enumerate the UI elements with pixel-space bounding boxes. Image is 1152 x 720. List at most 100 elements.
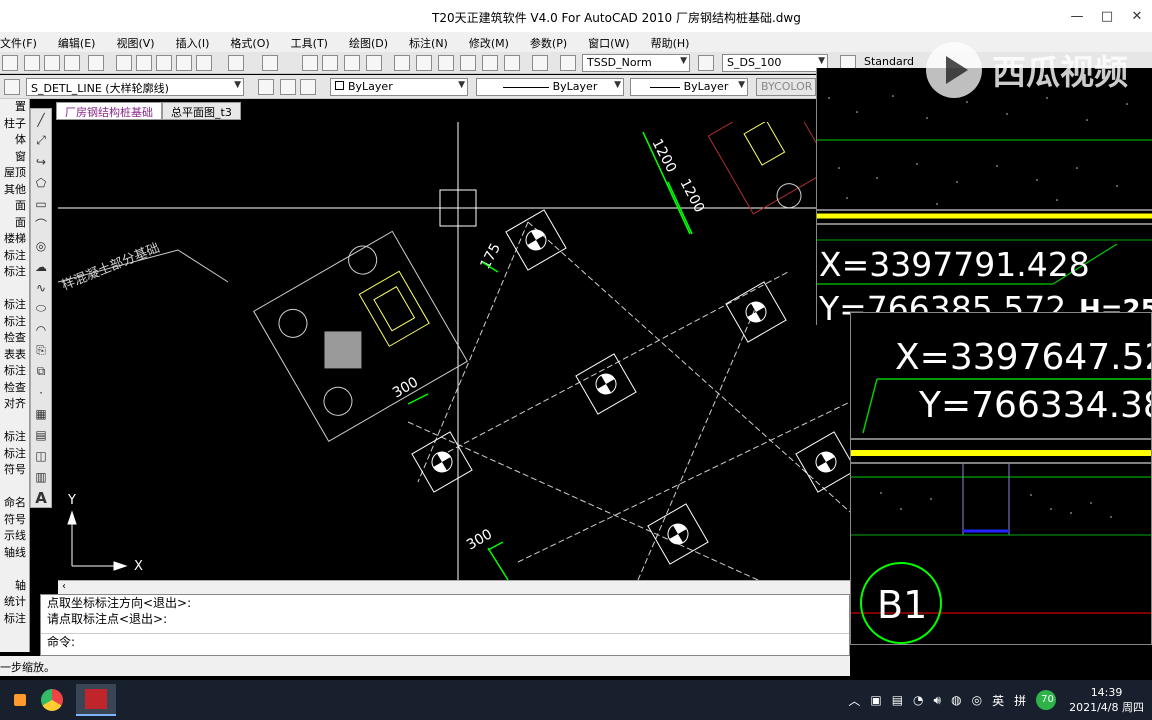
line-icon[interactable]: ╱ [31,109,51,130]
zoom-window-icon[interactable] [344,55,360,71]
side-menu-item[interactable]: 统计 [0,594,29,611]
side-menu-item[interactable]: 标注 [0,297,29,314]
polygon-icon[interactable]: ⬠ [31,172,51,193]
spline-icon[interactable]: ∿ [31,277,51,298]
menu-modify[interactable]: 修改(M) [458,32,519,52]
side-menu-item[interactable]: 置 [0,99,29,116]
ime-mode[interactable]: 拼 [1009,692,1031,709]
properties-icon[interactable] [394,55,410,71]
clock[interactable]: 14:39 2021/4/8 周四 [1061,685,1152,715]
side-menu-item[interactable]: 轴线 [0,545,29,562]
menu-view[interactable]: 视图(V) [105,32,164,52]
side-menu-item[interactable]: 其他 [0,182,29,199]
dim-style-icon[interactable] [698,55,714,71]
copy-icon[interactable] [136,55,152,71]
paste-icon[interactable] [156,55,172,71]
side-menu-item[interactable]: 屋顶 [0,165,29,182]
side-menu-item[interactable]: 轴 [0,578,29,595]
menu-tools[interactable]: 工具(T) [280,32,338,52]
text-style-icon[interactable] [560,55,576,71]
ellipse-icon[interactable]: ⬭ [31,298,51,319]
mtext-icon[interactable]: A [31,487,51,508]
layer-previous-icon[interactable] [258,79,274,95]
markup-icon[interactable] [482,55,498,71]
cut-icon[interactable] [116,55,132,71]
side-menu-item[interactable]: 符号 [0,462,29,479]
color-select[interactable]: ByLayer ▼ [330,78,468,96]
tool-palettes-icon[interactable] [438,55,454,71]
insert-block-icon[interactable]: ⎘ [31,340,51,361]
side-menu-item[interactable]: 标注 [0,363,29,380]
layer-select[interactable]: S_DETL_LINE (大样轮廓线) ▼ [26,78,244,96]
sheet-set-icon[interactable] [460,55,476,71]
zoom-realtime-icon[interactable] [322,55,338,71]
zoom-previous-icon[interactable] [366,55,382,71]
tab-factory-foundation[interactable]: 厂房钢结构桩基础 [56,102,162,120]
side-menu-item[interactable]: 柱子 [0,116,29,133]
make-current-icon[interactable] [300,79,316,95]
side-menu-item[interactable] [0,281,29,298]
side-menu-item[interactable]: 检查 [0,330,29,347]
network-icon[interactable]: ◔ [908,693,928,707]
save-icon[interactable] [2,55,18,71]
menu-draw[interactable]: 绘图(D) [338,32,398,52]
side-menu-item[interactable]: 标注 [0,446,29,463]
volume-icon[interactable]: 🔊︎ [929,693,947,708]
side-menu-item[interactable] [0,479,29,496]
badge[interactable]: 70 [1031,690,1061,710]
browser-icon[interactable] [32,684,72,716]
close-button[interactable]: ✕ [1122,0,1152,32]
region-icon[interactable]: ◫ [31,445,51,466]
scroll-left-icon[interactable]: ‹ [62,581,66,592]
match-properties-icon[interactable] [176,55,192,71]
polyline-icon[interactable]: ↪ [31,151,51,172]
pan-icon[interactable] [302,55,318,71]
side-menu-item[interactable]: 楼梯 [0,231,29,248]
wechat-icon[interactable]: ◍ [946,693,966,707]
3d-dwf-icon[interactable] [88,55,104,71]
menu-dimension[interactable]: 标注(N) [398,32,458,52]
side-menu-item[interactable]: 标注 [0,429,29,446]
menu-edit[interactable]: 编辑(E) [47,32,106,52]
side-menu-item[interactable]: 表表 [0,347,29,364]
layer-manager-icon[interactable] [280,79,296,95]
menu-window[interactable]: 窗口(W) [577,32,639,52]
circle-icon[interactable]: ◎ [31,235,51,256]
ime-language[interactable]: 英 [987,692,1009,709]
drawing-canvas[interactable]: 样混凝土部分基础 1200 1200 175 300 300 Y X [58,122,850,580]
wechat-icon[interactable]: ◎ [967,693,987,707]
gradient-icon[interactable]: ▤ [31,424,51,445]
side-menu-item[interactable]: 标注 [0,611,29,628]
menu-insert[interactable]: 插入(I) [165,32,220,52]
autocad-taskbar-icon[interactable] [76,684,116,716]
app-tray-icon[interactable]: ▣ [865,693,886,707]
layer-state-icon[interactable] [4,79,20,95]
preview-icon[interactable] [44,55,60,71]
command-prompt[interactable]: 命令: [41,633,849,649]
side-menu-item[interactable]: 标注 [0,314,29,331]
print-icon[interactable] [24,55,40,71]
maximize-button[interactable]: □ [1092,0,1122,32]
side-menu-item[interactable]: 检查 [0,380,29,397]
redo-icon[interactable] [262,55,278,71]
make-block-icon[interactable]: ⧉ [31,361,51,382]
dim-style-select[interactable]: S_DS_100 ▼ [722,54,828,72]
arc-icon[interactable]: ⌒ [31,214,51,235]
undo-icon[interactable] [228,55,244,71]
side-menu-item[interactable]: 符号 [0,512,29,529]
side-menu-item[interactable]: 体 [0,132,29,149]
construction-line-icon[interactable]: ⤢ [31,130,51,151]
ellipse-arc-icon[interactable]: ◠ [31,319,51,340]
menu-parameters[interactable]: 参数(P) [519,32,577,52]
linetype-select[interactable]: ByLayer ▼ [476,78,624,96]
side-menu-item[interactable]: 面 [0,198,29,215]
side-menu-item[interactable]: 对齐 [0,396,29,413]
block-editor-icon[interactable] [196,55,212,71]
app-tray-icon[interactable]: ▤ [887,693,908,707]
table-icon[interactable]: ▥ [31,466,51,487]
side-menu-item[interactable]: 标注 [0,264,29,281]
minimize-button[interactable]: — [1062,0,1092,32]
side-menu-item[interactable]: 面 [0,215,29,232]
side-menu-item[interactable] [0,413,29,430]
point-icon[interactable]: · [31,382,51,403]
